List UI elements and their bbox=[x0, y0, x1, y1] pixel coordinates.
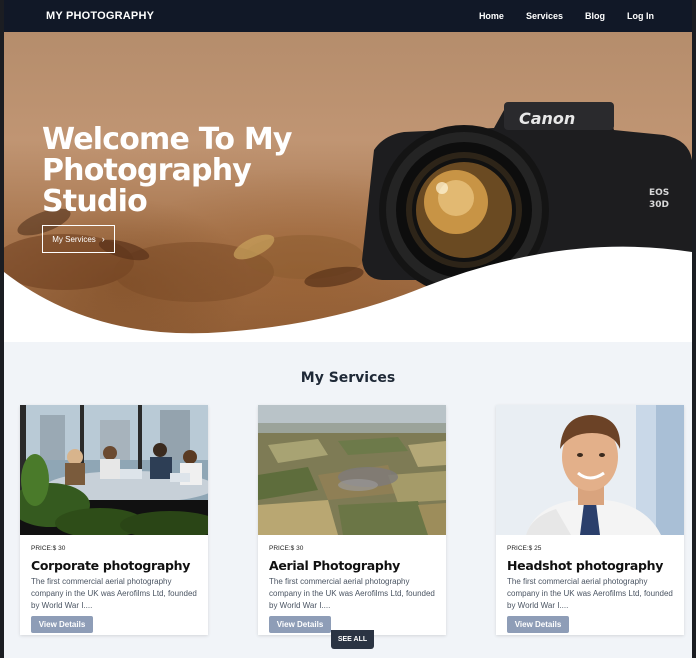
nav-link-login[interactable]: Log In bbox=[627, 11, 654, 21]
services-section-title: My Services bbox=[300, 370, 396, 386]
corporate-photo bbox=[20, 405, 208, 535]
nav-link-blog[interactable]: Blog bbox=[585, 11, 605, 21]
service-description: The first commercial aerial photography … bbox=[31, 577, 197, 610]
see-all-button[interactable]: SEE ALL bbox=[331, 630, 374, 649]
aerial-photo bbox=[258, 405, 446, 535]
camera-model-line2: 30D bbox=[649, 200, 669, 210]
service-title: Aerial Photography bbox=[269, 558, 401, 573]
service-price: PRICE:$ 25 bbox=[507, 545, 542, 552]
service-description: The first commercial aerial photography … bbox=[507, 577, 673, 610]
camera-model-line1: EOS bbox=[649, 188, 669, 198]
view-details-button[interactable]: View Details bbox=[31, 616, 93, 633]
view-details-button[interactable]: View Details bbox=[269, 616, 331, 633]
service-card-headshot[interactable]: PRICE:$ 25 Headshot photography The firs… bbox=[496, 405, 684, 635]
headshot-photo bbox=[496, 405, 684, 535]
brand-logo[interactable]: MY PHOTOGRAPHY bbox=[46, 10, 154, 22]
nav-link-home[interactable]: Home bbox=[479, 11, 504, 21]
hero-banner: Welcome To My Photography Studio My Serv… bbox=[4, 32, 692, 342]
service-card-corporate[interactable]: PRICE:$ 30 Corporate photography The fir… bbox=[20, 405, 208, 635]
service-price: PRICE:$ 30 bbox=[269, 545, 304, 552]
service-card-aerial[interactable]: PRICE:$ 30 Aerial Photography The first … bbox=[258, 405, 446, 635]
nav-link-services[interactable]: Services bbox=[526, 11, 563, 21]
service-price: PRICE:$ 30 bbox=[31, 545, 66, 552]
service-description: The first commercial aerial photography … bbox=[269, 577, 435, 610]
navbar: MY PHOTOGRAPHY Home Services Blog Log In bbox=[4, 0, 692, 32]
view-details-button[interactable]: View Details bbox=[507, 616, 569, 633]
service-title: Corporate photography bbox=[31, 558, 191, 573]
nav-links: Home Services Blog Log In bbox=[479, 11, 654, 21]
service-title: Headshot photography bbox=[507, 558, 664, 573]
camera-brand: Canon bbox=[519, 109, 575, 128]
page: MY PHOTOGRAPHY Home Services Blog Log In… bbox=[4, 0, 692, 658]
hero-title: Welcome To My Photography Studio bbox=[42, 122, 292, 219]
hero-wave bbox=[4, 246, 692, 342]
